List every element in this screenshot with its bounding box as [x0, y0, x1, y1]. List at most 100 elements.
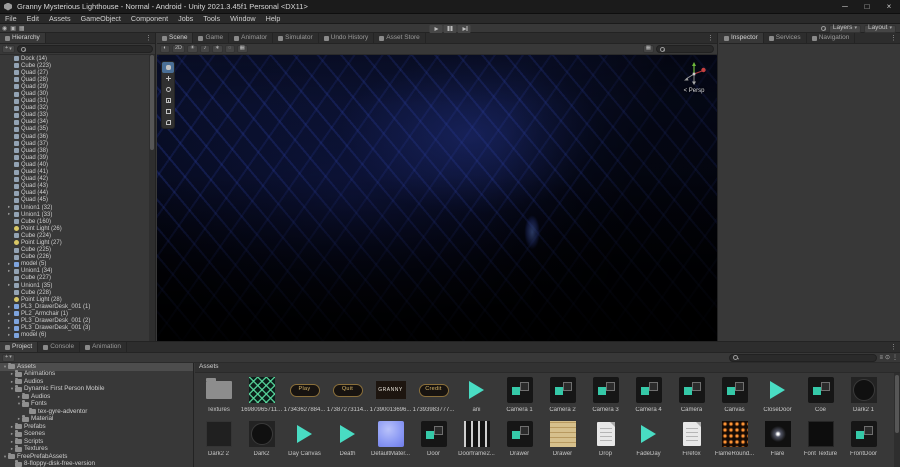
- hierarchy-item[interactable]: Quad (30): [0, 90, 149, 97]
- project-folder-8-floppy-disk-free-version[interactable]: 8-floppy-disk-free-version: [0, 460, 193, 467]
- hierarchy-item[interactable]: Quad (45): [0, 197, 149, 204]
- panel-menu-icon[interactable]: ⋮: [142, 33, 155, 43]
- hierarchy-item[interactable]: Quad (39): [0, 154, 149, 161]
- audio-button[interactable]: ♪: [199, 45, 210, 53]
- columns-icon[interactable]: ≡: [879, 355, 883, 361]
- scene-tab-simulator[interactable]: Simulator: [273, 33, 319, 43]
- inspector-tab-services[interactable]: Services: [764, 33, 807, 43]
- hierarchy-item[interactable]: Point Light (26): [0, 225, 149, 232]
- close-button[interactable]: ×: [878, 0, 900, 13]
- hierarchy-item[interactable]: ▸ model (6): [0, 332, 149, 339]
- hierarchy-item[interactable]: ▸ PL3_DrawerDesk_001 (1): [0, 303, 149, 310]
- hierarchy-item[interactable]: Point Light (28): [0, 296, 149, 303]
- hierarchy-item[interactable]: ▸ model (5): [0, 261, 149, 268]
- menu-help[interactable]: Help: [261, 14, 286, 23]
- asset-item[interactable]: ani: [455, 374, 498, 418]
- rect-tool-button[interactable]: [162, 106, 174, 117]
- asset-item[interactable]: Doorframe2...: [455, 418, 498, 462]
- two-d-button[interactable]: 2D: [172, 45, 186, 53]
- lock-icon[interactable]: ⊙: [885, 355, 890, 361]
- add-asset-button[interactable]: + ▾: [2, 353, 15, 362]
- menu-window[interactable]: Window: [225, 14, 261, 23]
- scrollbar-thumb[interactable]: [150, 55, 154, 150]
- scene-search-input[interactable]: [656, 45, 714, 53]
- hierarchy-item[interactable]: ▸ PL3_DrawerDesk_001 (2): [0, 317, 149, 324]
- hierarchy-item[interactable]: ▸ Union1 (34): [0, 268, 149, 275]
- bottom-tab-console[interactable]: Console: [38, 342, 81, 352]
- project-folder-material[interactable]: ▸ Material: [0, 415, 193, 424]
- scene-viewport[interactable]: < Persp: [157, 55, 717, 341]
- asset-item[interactable]: Door: [412, 418, 455, 462]
- hierarchy-item[interactable]: Cube (225): [0, 247, 149, 254]
- hierarchy-item[interactable]: Dock (14): [0, 55, 149, 62]
- hierarchy-tab[interactable]: Hierarchy: [0, 33, 46, 43]
- hierarchy-item[interactable]: Quad (34): [0, 119, 149, 126]
- hierarchy-item[interactable]: Cube (224): [0, 232, 149, 239]
- project-folder-fonts[interactable]: ▾ Fonts: [0, 400, 193, 409]
- asset-item[interactable]: FadeDay: [627, 418, 670, 462]
- play-button[interactable]: [429, 24, 443, 33]
- asset-item[interactable]: Credit 17393983777...: [412, 374, 455, 418]
- project-folder-dynamic-first-person-mobile[interactable]: ▾ Dynamic First Person Mobile: [0, 385, 193, 394]
- hidden-button[interactable]: ◌: [224, 45, 235, 53]
- scene-tab-animator[interactable]: Animator: [229, 33, 274, 43]
- asset-item[interactable]: Day Canvas: [283, 418, 326, 462]
- scrollbar-thumb[interactable]: [895, 375, 899, 433]
- asset-item[interactable]: Camera: [670, 374, 713, 418]
- asset-item[interactable]: CloseDoor: [756, 374, 799, 418]
- menu-assets[interactable]: Assets: [44, 14, 76, 23]
- asset-item[interactable]: Quit 17387273114...: [326, 374, 369, 418]
- project-search-input[interactable]: [729, 353, 878, 362]
- project-folder-scenes[interactable]: ▸ Scenes: [0, 430, 193, 439]
- move-tool-button[interactable]: [162, 73, 174, 84]
- cloud-services-icon[interactable]: ▣: [10, 26, 16, 32]
- account-icon[interactable]: ◉: [2, 26, 7, 32]
- asset-item[interactable]: Firefox: [670, 418, 713, 462]
- hierarchy-item[interactable]: Cube (228): [0, 289, 149, 296]
- hierarchy-item[interactable]: ▸ PL2_Armchair (1): [0, 310, 149, 317]
- gizmos-button[interactable]: ▦: [642, 45, 654, 53]
- hierarchy-item[interactable]: Quad (31): [0, 98, 149, 105]
- asset-item[interactable]: FrontDoor: [842, 418, 885, 462]
- hierarchy-item[interactable]: Quad (35): [0, 126, 149, 133]
- asset-item[interactable]: 16980965711...: [240, 374, 283, 418]
- maximize-button[interactable]: □: [856, 0, 878, 13]
- scene-tab-asset-store[interactable]: Asset Store: [374, 33, 426, 43]
- create-object-button[interactable]: + ▾: [2, 45, 15, 53]
- asset-item[interactable]: Drawer: [498, 418, 541, 462]
- asset-item[interactable]: Font Texture: [799, 418, 842, 462]
- bottom-tab-project[interactable]: Project: [0, 342, 39, 352]
- panel-menu-icon[interactable]: ⋮: [704, 33, 717, 43]
- project-folder-audios[interactable]: ▸ Audios: [0, 392, 193, 401]
- hierarchy-item[interactable]: Cube (227): [0, 275, 149, 282]
- menu-gameobject[interactable]: GameObject: [76, 14, 126, 23]
- hierarchy-search-input[interactable]: [16, 45, 153, 53]
- layers-dropdown[interactable]: Layers ▾: [828, 24, 861, 33]
- effects-button[interactable]: ∗: [211, 45, 223, 53]
- scene-tab-undo-history[interactable]: Undo History: [319, 33, 375, 43]
- rotate-tool-button[interactable]: [162, 84, 174, 95]
- asset-item[interactable]: Camera 3: [584, 374, 627, 418]
- hierarchy-item[interactable]: ▸ PL3_DrawerDesk_001 (3): [0, 325, 149, 332]
- project-folder-textures[interactable]: ▸ Textures: [0, 445, 193, 454]
- asset-item[interactable]: DefaultMater...: [369, 418, 412, 462]
- hierarchy-item[interactable]: Quad (33): [0, 112, 149, 119]
- hierarchy-item[interactable]: Quad (44): [0, 190, 149, 197]
- hierarchy-item[interactable]: Cube (223): [0, 62, 149, 69]
- asset-item[interactable]: Camera 2: [541, 374, 584, 418]
- project-folder-animations[interactable]: ▸ Animations: [0, 370, 193, 379]
- hierarchy-item[interactable]: Quad (36): [0, 133, 149, 140]
- inspector-tab-navigation[interactable]: Navigation: [807, 33, 856, 43]
- asset-item[interactable]: Flare: [756, 418, 799, 462]
- hierarchy-item[interactable]: ▸ Union1 (32): [0, 204, 149, 211]
- menu-file[interactable]: File: [0, 14, 22, 23]
- hierarchy-item[interactable]: ▸ Union1 (33): [0, 211, 149, 218]
- scene-orientation-gizmo[interactable]: < Persp: [681, 61, 707, 99]
- asset-item[interactable]: Drawer: [541, 418, 584, 462]
- scene-tab-scene[interactable]: Scene: [157, 33, 194, 43]
- minimize-button[interactable]: ─: [834, 0, 856, 13]
- asset-item[interactable]: Death: [326, 418, 369, 462]
- asset-item[interactable]: Dark2 2: [197, 418, 240, 462]
- hierarchy-item[interactable]: Quad (38): [0, 147, 149, 154]
- menu-edit[interactable]: Edit: [22, 14, 44, 23]
